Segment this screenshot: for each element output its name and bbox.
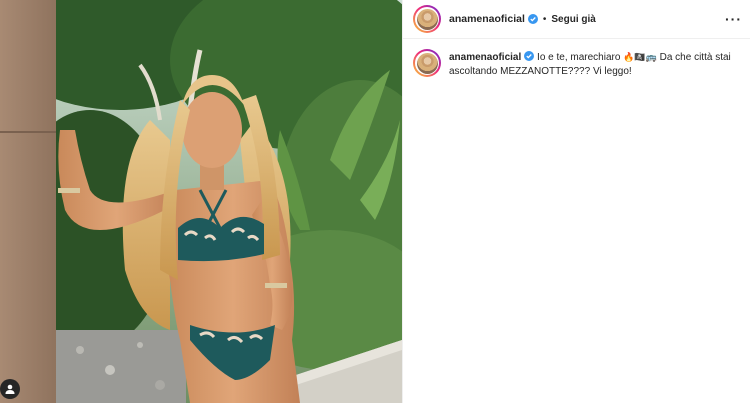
caption-text: anamenaoficial Io e te, marechiaro 🔥🏴‍☠️… <box>449 49 740 79</box>
caption-verified-badge-icon <box>524 51 535 61</box>
avatar[interactable] <box>413 5 441 33</box>
post-header: anamenaoficial • Segui già ··· <box>403 0 750 39</box>
caption-text-part1: Io e te, marechiaro <box>537 52 624 63</box>
caption: anamenaoficial Io e te, marechiaro 🔥🏴‍☠️… <box>403 39 750 79</box>
user-tag-button[interactable] <box>0 379 20 399</box>
photo-illustration <box>0 0 402 403</box>
header-username[interactable]: anamenaoficial <box>449 13 525 25</box>
separator-dot: • <box>542 13 547 25</box>
post-photo[interactable] <box>0 0 402 403</box>
more-options-icon[interactable]: ··· <box>725 12 742 26</box>
post-details: anamenaoficial • Segui già ··· anamenaof… <box>402 0 750 403</box>
instagram-post: anamenaoficial • Segui già ··· anamenaof… <box>0 0 750 403</box>
verified-badge-icon <box>527 14 538 24</box>
caption-emojis: 🔥🏴‍☠️🚌 <box>623 53 657 63</box>
user-tag-icon <box>5 384 15 394</box>
caption-avatar[interactable] <box>413 49 441 77</box>
caption-username[interactable]: anamenaoficial <box>449 52 521 63</box>
following-button[interactable]: Segui già <box>551 14 595 25</box>
